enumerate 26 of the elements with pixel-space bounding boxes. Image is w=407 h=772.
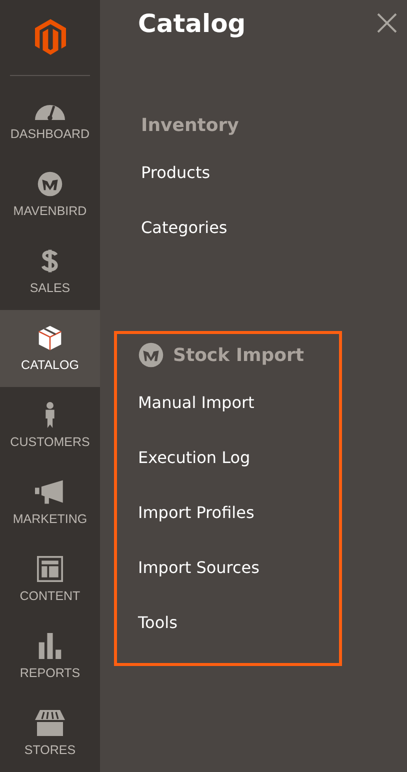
logo-icon[interactable]: [34, 19, 66, 56]
nav-item[interactable]: SALES: [0, 232, 100, 310]
menu-link[interactable]: Import Profiles: [138, 498, 339, 553]
nav-item[interactable]: MAVENBIRD: [0, 156, 100, 233]
store-icon: [35, 710, 65, 736]
panel-title: Catalog: [138, 9, 246, 38]
section-title: Stock Import: [173, 344, 304, 366]
megaphone-icon: [35, 478, 65, 505]
nav-item[interactable]: REPORTS: [0, 618, 100, 695]
close-icon[interactable]: [377, 13, 397, 33]
nav-item[interactable]: CUSTOMERS: [0, 386, 100, 464]
nav-item[interactable]: CATALOG: [0, 310, 100, 387]
bird-logo-icon: [138, 342, 164, 368]
menu-link[interactable]: Manual Import: [138, 388, 339, 443]
menu-link[interactable]: Products: [141, 158, 339, 213]
menu-link[interactable]: Execution Log: [138, 443, 339, 498]
menu-link[interactable]: Import Sources: [138, 553, 339, 608]
nav-item[interactable]: MARKETING: [0, 464, 100, 541]
layout-icon: [35, 556, 65, 582]
section-title: Inventory: [141, 114, 239, 136]
nav-item[interactable]: CONTENT: [0, 540, 100, 618]
menu-link[interactable]: Tools: [138, 608, 339, 663]
nav-item[interactable]: DASHBOARD: [0, 78, 100, 156]
bird-logo-icon: [35, 170, 65, 197]
nav-item[interactable]: STORES: [0, 694, 100, 772]
menu-link[interactable]: Categories: [141, 213, 339, 268]
